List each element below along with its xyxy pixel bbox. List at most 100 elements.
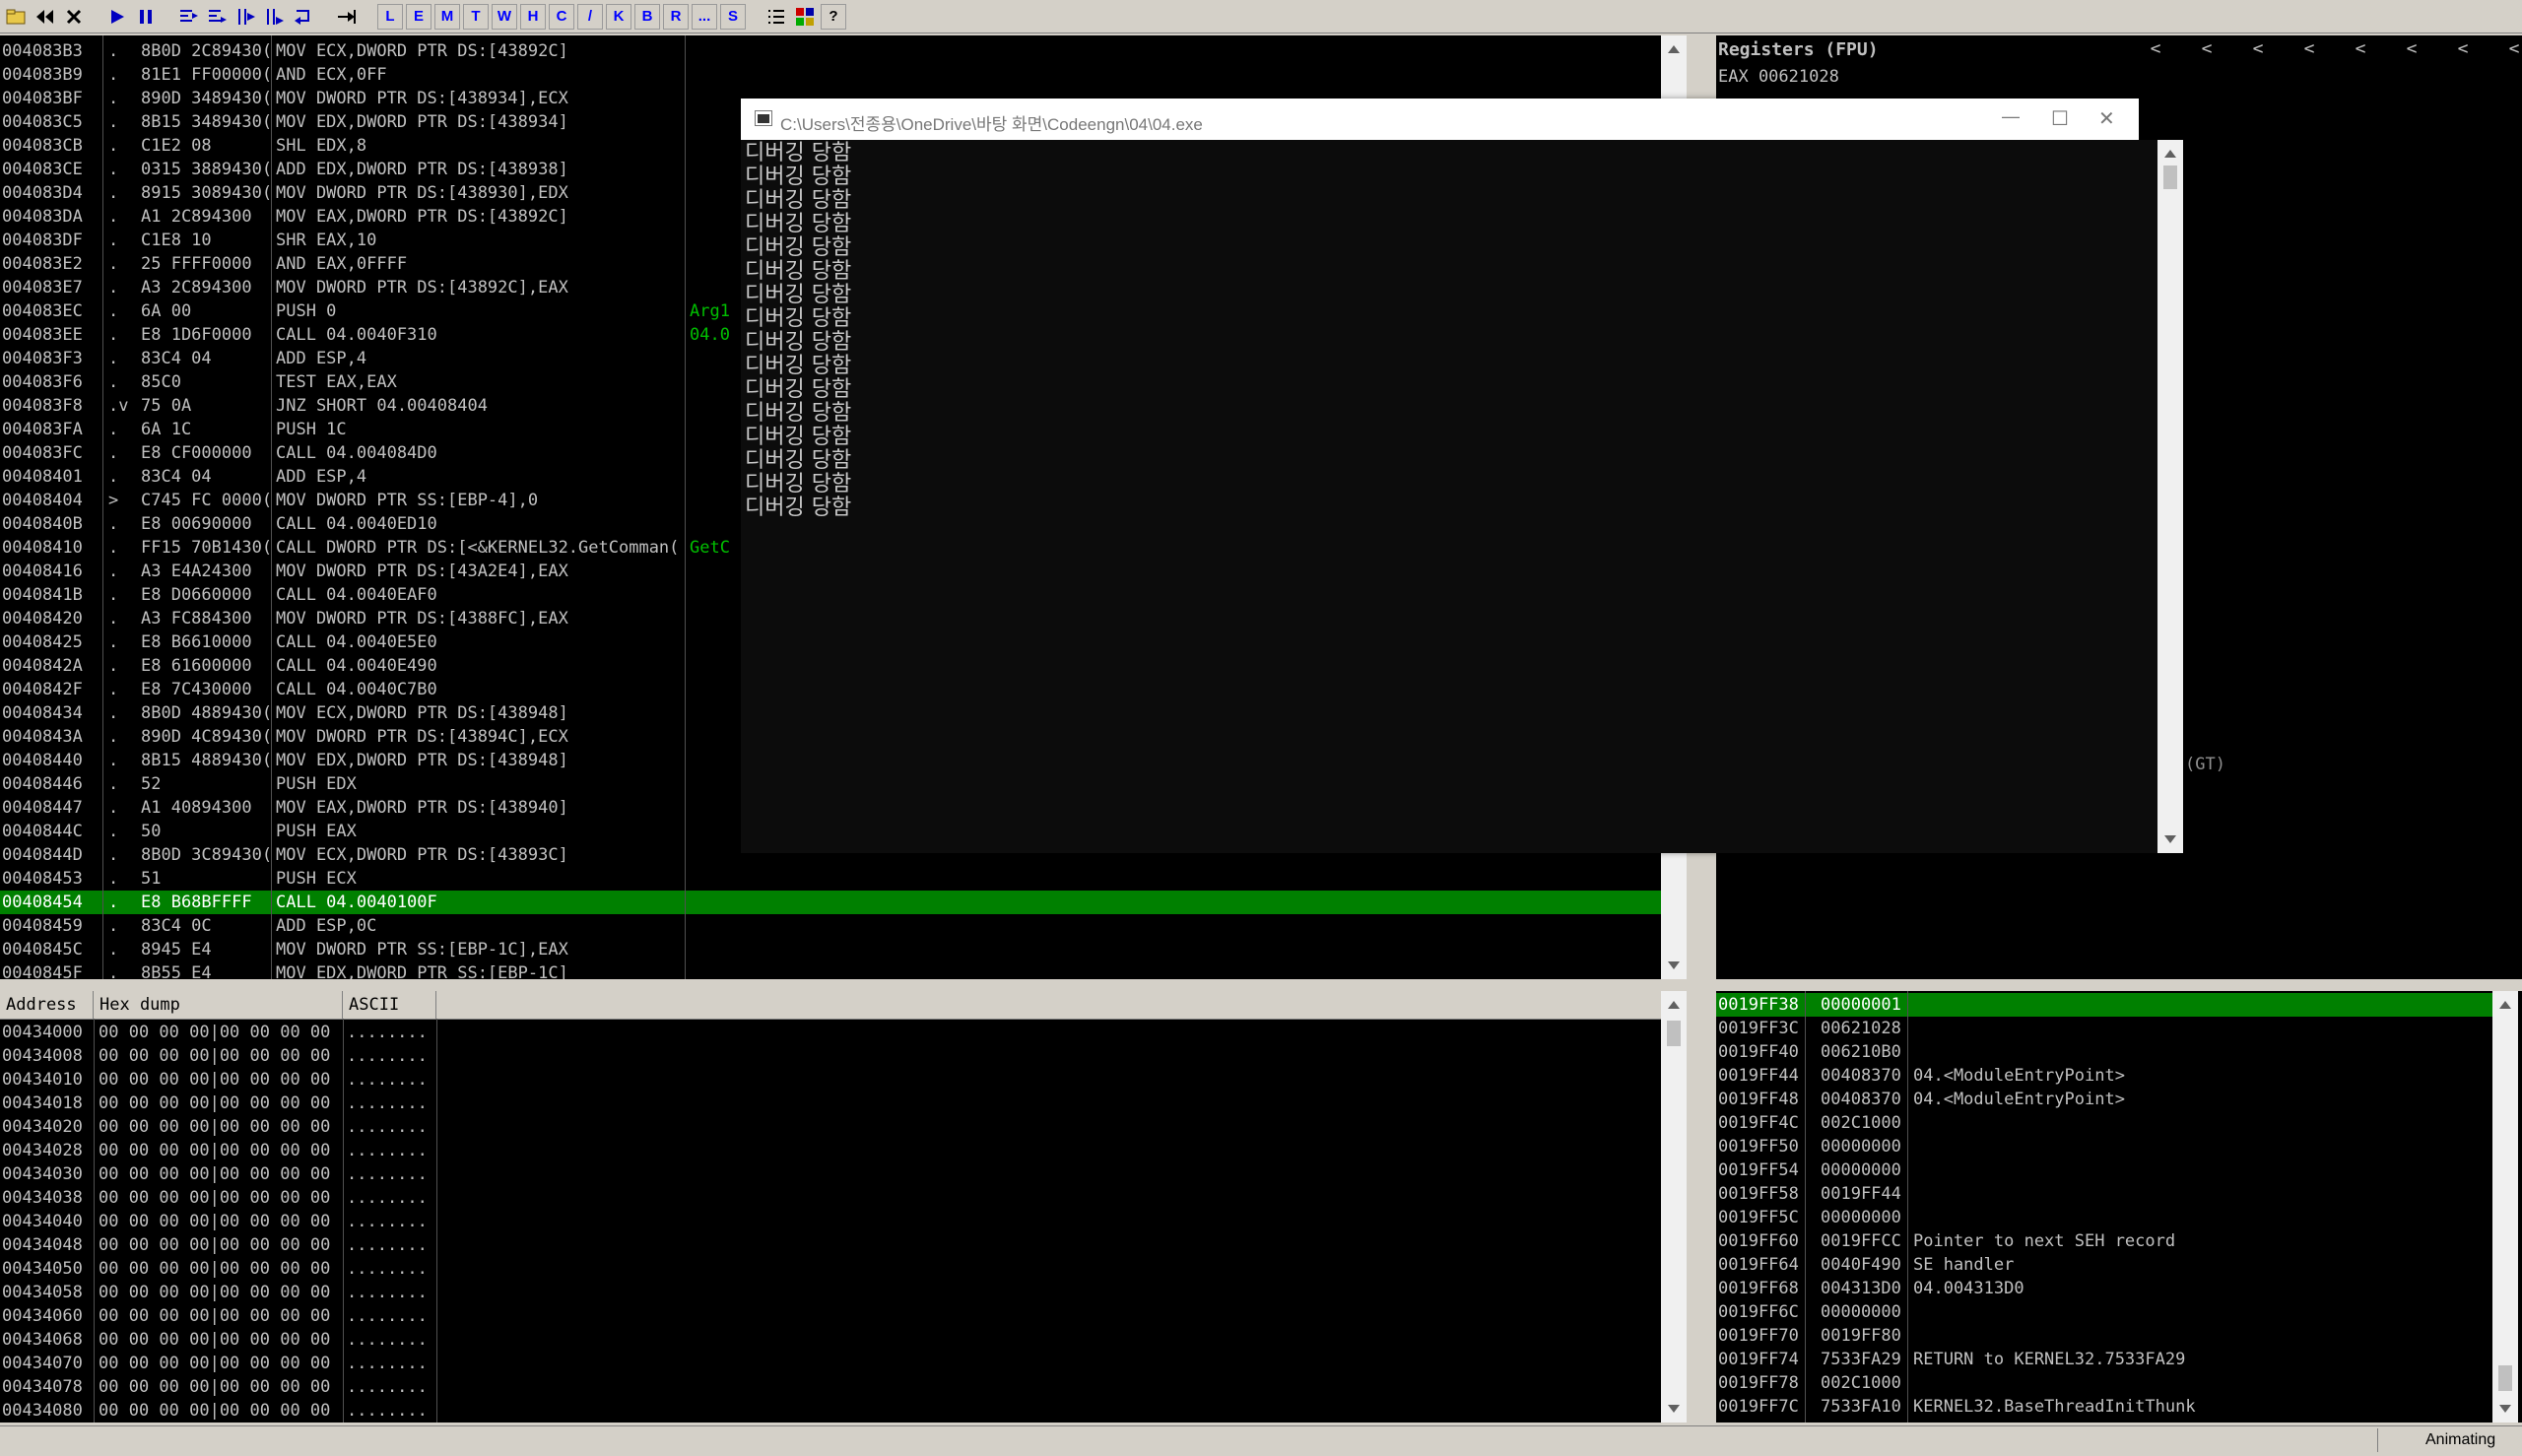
stack-row[interactable]: 0019FF50 00000000 <box>1716 1135 2492 1158</box>
dump-header-hex[interactable]: Hex dump <box>94 991 343 1019</box>
open-icon[interactable] <box>4 4 30 30</box>
dump-row[interactable]: 00434078 00 00 00 00|00 00 00 00........ <box>0 1375 1661 1399</box>
console-titlebar[interactable]: C:\Users\전종용\OneDrive\바탕 화면\Codeengn\04\… <box>741 99 2139 140</box>
toolbar-handles-button[interactable]: H <box>520 3 546 30</box>
console-line: 디버깅 당함 <box>745 235 852 260</box>
dump-row[interactable]: 00434040 00 00 00 00|00 00 00 00........ <box>0 1210 1661 1233</box>
dump-row[interactable]: 00434050 00 00 00 00|00 00 00 00........ <box>0 1257 1661 1281</box>
maximize-button[interactable]: ☐ <box>2051 106 2069 131</box>
stack-row[interactable]: 0019FF48 00408370 04.<ModuleEntryPoint> <box>1716 1088 2492 1111</box>
disasm-marker: . <box>108 632 119 652</box>
dump-header-address[interactable]: Address <box>0 991 94 1019</box>
stack-row[interactable]: 0019FF3C 00621028 <box>1716 1017 2492 1040</box>
register-nav-arrow[interactable]: < <box>2181 35 2232 63</box>
toolbar-callstack-button[interactable]: K <box>606 3 631 30</box>
toolbar-memory-button[interactable]: M <box>434 3 460 30</box>
register-nav-arrow[interactable]: < <box>2284 35 2335 63</box>
dump-row[interactable]: 00434018 00 00 00 00|00 00 00 00........ <box>0 1092 1661 1115</box>
console-close-button[interactable]: ✕ <box>2098 106 2115 131</box>
dump-row[interactable]: 00434058 00 00 00 00|00 00 00 00........ <box>0 1281 1661 1304</box>
console-scrollbar[interactable] <box>2157 140 2183 853</box>
minimize-button[interactable]: — <box>2002 106 2020 127</box>
stack-row[interactable]: 0019FF38 00000001 <box>1716 993 2492 1017</box>
toolbar-cpu-button[interactable]: C <box>549 3 574 30</box>
trace-into-icon[interactable] <box>233 4 259 30</box>
stack-row[interactable]: 0019FF68 004313D0 04.004313D0 <box>1716 1277 2492 1300</box>
dump-row[interactable]: 00434028 00 00 00 00|00 00 00 00........ <box>0 1139 1661 1162</box>
dump-row[interactable]: 00434060 00 00 00 00|00 00 00 00........ <box>0 1304 1661 1328</box>
toolbar-runtrace-button[interactable]: ... <box>692 3 717 30</box>
stack-row[interactable]: 0019FF60 0019FFCC Pointer to next SEH reco… <box>1716 1229 2492 1253</box>
register-nav-arrow[interactable]: < <box>2386 35 2437 63</box>
register-nav-arrow[interactable]: < <box>2130 35 2181 63</box>
toolbar-patches-button[interactable]: / <box>577 3 603 30</box>
run-icon[interactable] <box>104 4 130 30</box>
dump-row[interactable]: 00434070 00 00 00 00|00 00 00 00........ <box>0 1352 1661 1375</box>
register-nav-arrow[interactable]: < <box>2232 35 2284 63</box>
register-nav-arrow[interactable]: < <box>2437 35 2489 63</box>
stack-row[interactable]: 0019FF40 006210B0 <box>1716 1040 2492 1064</box>
dump-row[interactable]: 00434008 00 00 00 00|00 00 00 00........ <box>0 1044 1661 1068</box>
stack-row[interactable]: 0019FF4C 002C1000 <box>1716 1111 2492 1135</box>
dump-row[interactable]: 00434068 00 00 00 00|00 00 00 00........ <box>0 1328 1661 1352</box>
toolbar-source-button[interactable]: S <box>720 3 746 30</box>
hex-dump-pane[interactable]: Address Hex dump ASCII 00434000 00 00 00 … <box>0 991 1687 1423</box>
list-icon[interactable] <box>763 4 789 30</box>
disasm-address: 00408454 <box>2 893 83 912</box>
dump-scrollbar[interactable] <box>1661 991 1687 1423</box>
dump-row[interactable]: 00434030 00 00 00 00|00 00 00 00........ <box>0 1162 1661 1186</box>
disasm-row[interactable]: 0040845C. 8945 E4 MOV DWORD PTR SS:[EBP-1C… <box>0 938 1661 961</box>
dump-row[interactable]: 00434080 00 00 00 00|00 00 00 00........ <box>0 1399 1661 1423</box>
close-icon[interactable] <box>61 4 87 30</box>
stack-row[interactable]: 0019FF6C 00000000 <box>1716 1300 2492 1324</box>
execute-till-return-icon[interactable] <box>291 4 316 30</box>
dump-row[interactable]: 00434020 00 00 00 00|00 00 00 00........ <box>0 1115 1661 1139</box>
stack-pane[interactable]: 0019FF38 00000001 0019FF3C 00621028 0019FF40… <box>1716 991 2522 1423</box>
grid-icon[interactable] <box>792 4 818 30</box>
toolbar-threads-button[interactable]: T <box>463 3 489 30</box>
trace-over-icon[interactable] <box>262 4 288 30</box>
stack-row[interactable]: 0019FF74 7533FA29 RETURN to KERNEL32.7533F… <box>1716 1348 2492 1371</box>
toolbar-breakpoints-button[interactable]: B <box>634 3 660 30</box>
toolbar-references-button[interactable]: R <box>663 3 689 30</box>
dump-row[interactable]: 00434048 00 00 00 00|00 00 00 00........ <box>0 1233 1661 1257</box>
toolbar-log-button[interactable]: L <box>377 3 403 30</box>
console-line: 디버깅 당함 <box>745 377 852 402</box>
stack-row[interactable]: 0019FF78 002C1000 <box>1716 1371 2492 1395</box>
dump-address: 00434070 <box>2 1354 83 1373</box>
step-over-icon[interactable] <box>205 4 231 30</box>
register-nav-arrow[interactable]: < <box>2335 35 2386 63</box>
register-eax[interactable]: EAX 00621028 <box>1718 67 1839 87</box>
disasm-row[interactable]: 0040845F. 8B55 E4 MOV EDX,DWORD PTR SS:[EB… <box>0 961 1661 979</box>
stack-row[interactable]: 0019FF5C 00000000 <box>1716 1206 2492 1229</box>
disasm-row[interactable]: 00408454. E8 B68BFFFF CALL 04.0040100F <box>0 891 1661 914</box>
stack-row[interactable]: 0019FF54 00000000 <box>1716 1158 2492 1182</box>
dump-row[interactable]: 00434010 00 00 00 00|00 00 00 00........ <box>0 1068 1661 1092</box>
toolbar-executables-button[interactable]: E <box>406 3 431 30</box>
dump-header-ascii[interactable]: ASCII <box>343 991 436 1019</box>
console-window[interactable]: C:\Users\전종용\OneDrive\바탕 화면\Codeengn\04\… <box>741 99 2183 853</box>
disasm-row[interactable]: 004083B9. 81E1 FF00000(AND ECX,0FF <box>0 63 1661 87</box>
disasm-row[interactable]: 00408459. 83C4 0C ADD ESP,0C <box>0 914 1661 938</box>
stack-row[interactable]: 0019FF58 0019FF44 <box>1716 1182 2492 1206</box>
register-nav-arrow[interactable]: < <box>2489 35 2522 63</box>
toolbar-windows-button[interactable]: W <box>492 3 517 30</box>
stack-row[interactable]: 0019FF44 00408370 04.<ModuleEntryPoint> <box>1716 1064 2492 1088</box>
disasm-hex: A1 40894300 <box>141 798 252 818</box>
disasm-row[interactable]: 00408453. 51 PUSH ECX <box>0 867 1661 891</box>
stack-row[interactable]: 0019FF7C 7533FA10 KERNEL32.BaseThreadInitT… <box>1716 1395 2492 1419</box>
console-output[interactable]: 디버깅 당함 디버깅 당함 디버깅 당함 디버깅 당함 디버깅 당함 디버깅 당함 디버깅 … <box>741 140 2158 853</box>
pause-icon[interactable] <box>133 4 159 30</box>
stack-row[interactable]: 0019FF70 0019FF80 <box>1716 1324 2492 1348</box>
dump-row[interactable]: 00434038 00 00 00 00|00 00 00 00........ <box>0 1186 1661 1210</box>
goto-icon[interactable] <box>334 4 360 30</box>
step-into-icon[interactable] <box>176 4 202 30</box>
stack-row[interactable]: 0019FF64 0040F490 SE handler <box>1716 1253 2492 1277</box>
disasm-address: 00408453 <box>2 869 83 889</box>
stack-scrollbar[interactable] <box>2492 991 2518 1423</box>
disasm-hex: A3 2C894300 <box>141 278 252 298</box>
rewind-icon[interactable] <box>33 4 58 30</box>
dump-row[interactable]: 00434000 00 00 00 00|00 00 00 00........ <box>0 1021 1661 1044</box>
disasm-row[interactable]: 004083B3. 8B0D 2C89430(MOV ECX,DWORD PTR … <box>0 39 1661 63</box>
help-button[interactable]: ? <box>821 3 846 30</box>
